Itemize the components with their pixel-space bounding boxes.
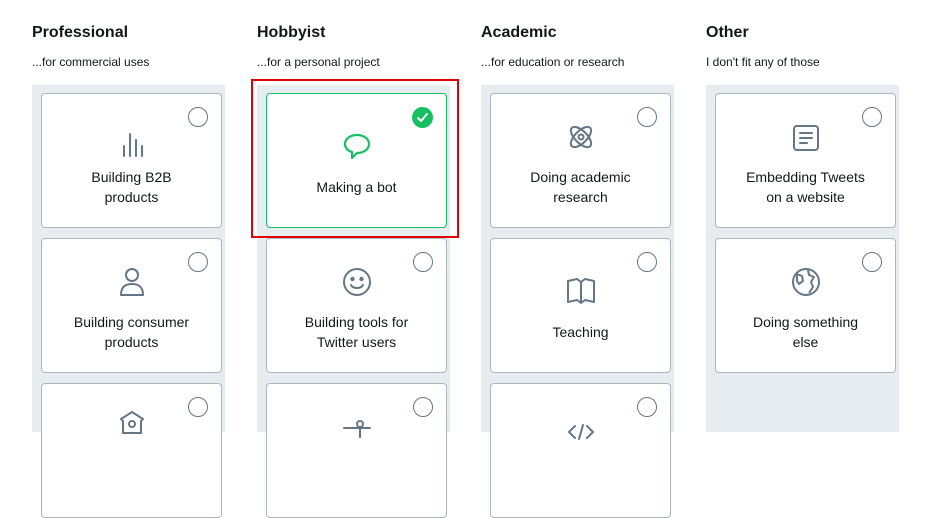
radio-button[interactable]: [188, 397, 208, 417]
option-card-something-else[interactable]: Doing something else: [715, 238, 896, 373]
globe-icon: [791, 267, 821, 297]
tools-icon: [342, 418, 372, 438]
card-label: Doing something else: [752, 314, 859, 350]
radio-button[interactable]: [188, 252, 208, 272]
card-label: Doing academic research: [530, 169, 631, 205]
radio-button[interactable]: [413, 397, 433, 417]
option-card-making-a-bot[interactable]: Making a bot: [266, 93, 447, 228]
card-label: Building tools for Twitter users: [304, 314, 409, 350]
speech-bubble-icon: [343, 132, 371, 160]
option-card-building-consumer[interactable]: Building consumer products: [41, 238, 222, 373]
card-label: Teaching: [552, 324, 609, 340]
radio-button[interactable]: [188, 107, 208, 127]
column-title: Professional: [32, 24, 129, 41]
radio-button[interactable]: [637, 107, 657, 127]
card-panel: Doing academic research Teaching: [481, 85, 674, 518]
atom-icon: [566, 122, 596, 152]
option-card-partial[interactable]: [41, 383, 222, 518]
card-label: Making a bot: [316, 179, 397, 195]
radio-button[interactable]: [862, 107, 882, 127]
option-card-teaching[interactable]: Teaching: [490, 238, 671, 373]
radio-button[interactable]: [637, 252, 657, 272]
option-card-academic-research[interactable]: Doing academic research: [490, 93, 671, 228]
radio-button[interactable]: [413, 252, 433, 272]
card-panel: Building B2B products Building consumer pr…: [32, 85, 225, 518]
column-subtitle: ...for commercial uses: [32, 55, 150, 69]
checkmark-icon[interactable]: [412, 107, 433, 128]
column-title: Hobbyist: [257, 24, 326, 41]
column-subtitle: I don't fit any of those: [706, 55, 820, 69]
column-title: Other: [706, 24, 749, 41]
person-icon: [119, 267, 145, 297]
column-title: Academic: [481, 24, 557, 41]
radio-button[interactable]: [862, 252, 882, 272]
card-label: Building consumer products: [73, 314, 190, 350]
option-card-building-tools[interactable]: Building tools for Twitter users: [266, 238, 447, 373]
radio-button[interactable]: [637, 397, 657, 417]
card-label: Embedding Tweets on a website: [746, 169, 865, 205]
bar-chart-icon: [119, 132, 145, 158]
book-icon: [566, 277, 596, 305]
option-card-building-b2b[interactable]: Building B2B products: [41, 93, 222, 228]
column-subtitle: ...for a personal project: [257, 55, 380, 69]
code-icon: [566, 424, 596, 440]
option-card-partial[interactable]: [490, 383, 671, 518]
card-panel: Making a bot Building tools for Twitter u…: [257, 85, 450, 518]
option-card-embedding-tweets[interactable]: Embedding Tweets on a website: [715, 93, 896, 228]
card-label: Building B2B products: [91, 169, 172, 205]
smiley-icon: [342, 267, 372, 297]
column-subtitle: ...for education or research: [481, 55, 625, 69]
birdhouse-icon: [119, 410, 145, 434]
document-icon: [792, 124, 820, 152]
option-card-partial[interactable]: [266, 383, 447, 518]
card-panel: Embedding Tweets on a website Doing somet…: [706, 85, 899, 432]
